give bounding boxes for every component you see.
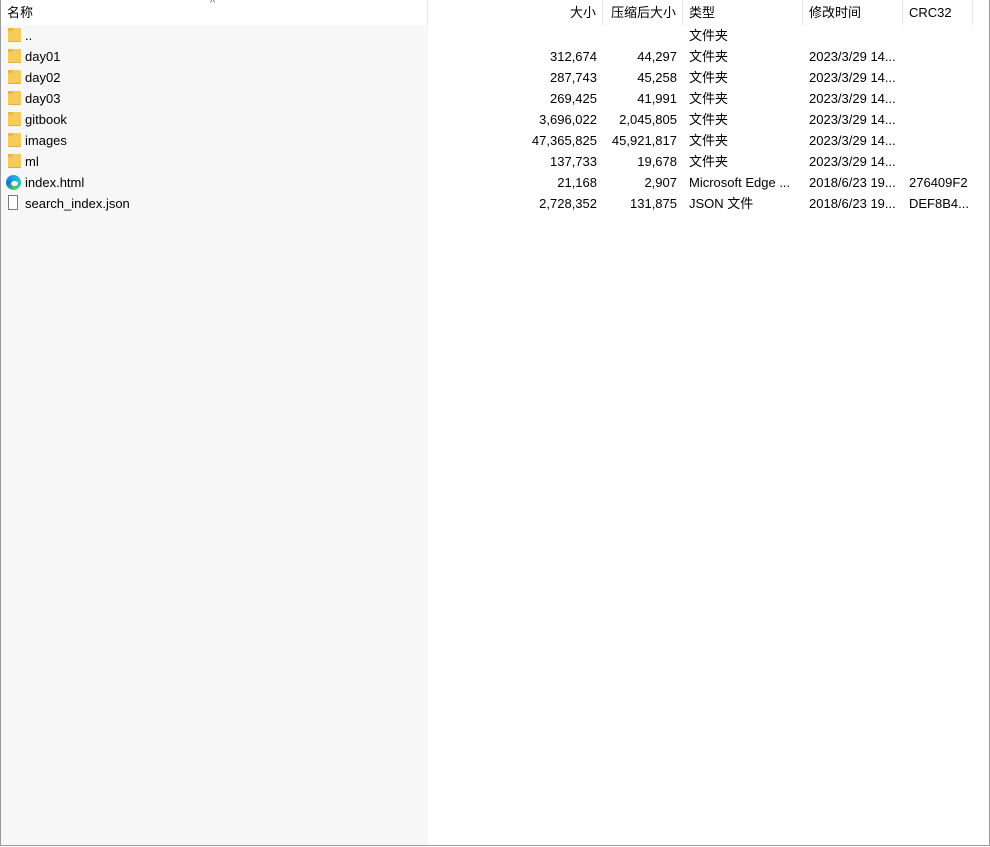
item-type: 文件夹	[689, 154, 729, 169]
list-item[interactable]: index.html 21,168 2,907 Microsoft Edge .…	[1, 172, 989, 193]
item-name: ml	[25, 154, 39, 169]
item-name: gitbook	[25, 112, 67, 127]
item-name: day02	[25, 70, 61, 85]
item-crc	[903, 151, 973, 172]
column-header-type[interactable]: 类型	[683, 0, 803, 25]
item-type: 文件夹	[689, 28, 729, 43]
list-item[interactable]: gitbook 3,696,022 2,045,805 文件夹 2023/3/2…	[1, 109, 989, 130]
item-packed-size: 41,991	[637, 91, 677, 106]
item-size: 287,743	[550, 70, 597, 85]
column-header-packed[interactable]: 压缩后大小	[603, 0, 683, 25]
item-size: 47,365,825	[531, 133, 597, 148]
file-list: .. 文件夹 day01 312,674 44,297 文件夹 2023/3/2…	[1, 25, 989, 214]
item-name: day01	[25, 49, 61, 64]
column-header-size-label: 大小	[569, 5, 596, 20]
column-header-bar: 名称 ^ 大小 压缩后大小 类型 修改时间 CRC32	[1, 0, 989, 25]
list-item[interactable]: day02 287,743 45,258 文件夹 2023/3/29 14...	[1, 67, 989, 88]
item-modified	[803, 25, 903, 46]
item-modified: 2023/3/29 14...	[809, 49, 896, 64]
item-size: 269,425	[550, 91, 597, 106]
item-packed-size: 45,258	[637, 70, 677, 85]
list-item[interactable]: ml 137,733 19,678 文件夹 2023/3/29 14...	[1, 151, 989, 172]
item-crc: DEF8B4...	[909, 196, 969, 211]
item-type: JSON 文件	[689, 196, 754, 211]
item-packed-size: 44,297	[637, 49, 677, 64]
item-packed-size: 2,045,805	[619, 112, 677, 127]
item-type: 文件夹	[689, 112, 729, 127]
item-name: day03	[25, 91, 61, 106]
item-packed-size: 2,907	[644, 175, 677, 190]
item-size: 3,696,022	[539, 112, 597, 127]
item-packed-size: 45,921,817	[611, 133, 677, 148]
column-header-packed-label: 压缩后大小	[610, 5, 676, 20]
column-header-size[interactable]: 大小	[428, 0, 603, 25]
column-header-crc[interactable]: CRC32	[903, 0, 973, 25]
item-name: search_index.json	[25, 196, 130, 211]
column-header-modified[interactable]: 修改时间	[803, 0, 903, 25]
item-crc	[903, 46, 973, 67]
item-modified: 2023/3/29 14...	[809, 91, 896, 106]
item-crc: 276409F2	[909, 175, 968, 190]
column-header-crc-label: CRC32	[909, 5, 952, 20]
item-packed-size: 131,875	[630, 196, 677, 211]
item-size	[428, 25, 603, 46]
item-type: 文件夹	[689, 133, 729, 148]
item-size: 312,674	[550, 49, 597, 64]
item-modified: 2023/3/29 14...	[809, 112, 896, 127]
list-item[interactable]: day01 312,674 44,297 文件夹 2023/3/29 14...	[1, 46, 989, 67]
item-size: 2,728,352	[539, 196, 597, 211]
item-crc	[903, 130, 973, 151]
item-modified: 2023/3/29 14...	[809, 70, 896, 85]
item-type: 文件夹	[689, 91, 729, 106]
item-name: index.html	[25, 175, 85, 190]
item-size: 21,168	[557, 175, 597, 190]
item-crc	[903, 88, 973, 109]
list-item[interactable]: search_index.json 2,728,352 131,875 JSON…	[1, 193, 989, 214]
list-item[interactable]: day03 269,425 41,991 文件夹 2023/3/29 14...	[1, 88, 989, 109]
item-crc	[903, 25, 973, 46]
item-modified: 2018/6/23 19...	[809, 175, 896, 190]
list-item[interactable]: .. 文件夹	[1, 25, 989, 46]
item-type: 文件夹	[689, 49, 729, 64]
item-modified: 2018/6/23 19...	[809, 196, 896, 211]
column-header-type-label: 类型	[689, 5, 716, 20]
column-header-modified-label: 修改时间	[809, 5, 862, 20]
file-list-window: 名称 ^ 大小 压缩后大小 类型 修改时间 CRC32 .. 文件夹 day01…	[0, 0, 990, 846]
column-header-name[interactable]: 名称 ^	[1, 0, 428, 25]
item-type: 文件夹	[689, 70, 729, 85]
sort-up-icon: ^	[210, 0, 216, 9]
item-modified: 2023/3/29 14...	[809, 154, 896, 169]
list-item[interactable]: images 47,365,825 45,921,817 文件夹 2023/3/…	[1, 130, 989, 151]
item-type: Microsoft Edge ...	[689, 175, 791, 190]
column-header-name-label: 名称	[7, 5, 34, 20]
item-packed-size: 19,678	[637, 154, 677, 169]
item-crc	[903, 67, 973, 88]
item-name: images	[25, 133, 67, 148]
item-modified: 2023/3/29 14...	[809, 133, 896, 148]
item-packed-size	[603, 25, 683, 46]
item-crc	[903, 109, 973, 130]
item-name: ..	[25, 28, 33, 43]
item-size: 137,733	[550, 154, 597, 169]
